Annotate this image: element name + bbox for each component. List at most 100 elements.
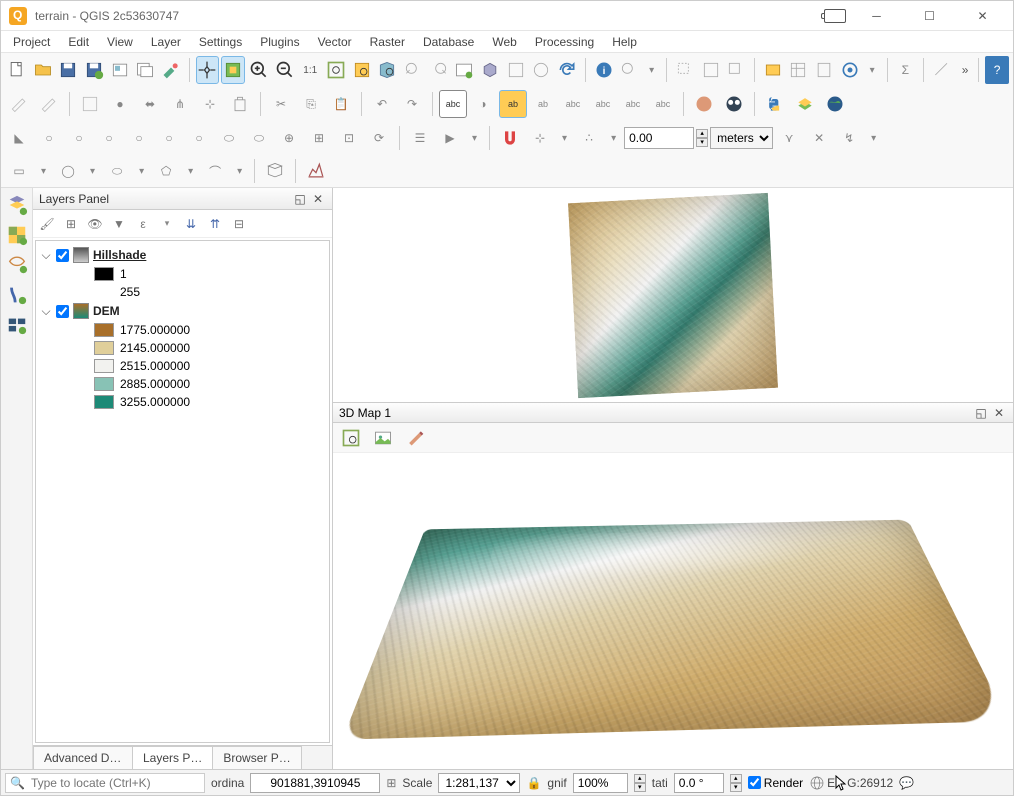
menu-vector[interactable]: Vector [310, 33, 360, 51]
processing-toolbox-button[interactable] [838, 56, 862, 84]
new-project-button[interactable] [5, 56, 29, 84]
scale-select[interactable]: 1:281,137 [438, 773, 520, 793]
measure-line-button[interactable] [930, 56, 954, 84]
tab-browser[interactable]: Browser P… [212, 746, 301, 769]
refresh-button[interactable] [555, 56, 579, 84]
magnifier-input[interactable] [573, 773, 628, 793]
expand-toggle-icon[interactable]: ⌵ [40, 304, 52, 319]
snap-intersection-button[interactable]: ✕ [805, 124, 833, 152]
label-tool-button[interactable]: abc [439, 90, 467, 118]
shape-circle-dd[interactable]: ▾ [84, 166, 101, 177]
toggle-editing-button[interactable] [35, 90, 63, 118]
digitize-4[interactable]: ○ [95, 124, 123, 152]
crs-button[interactable]: E G:26912 [809, 775, 893, 791]
add-vector-layer-icon[interactable] [4, 192, 30, 218]
identify-dropdown[interactable]: ▾ [643, 65, 660, 76]
layer-tree[interactable]: ⌵ Hillshade 1 255 ⌵ DEM [35, 240, 330, 743]
save-project-as-button[interactable] [82, 56, 106, 84]
snapping-toggle-button[interactable] [496, 124, 524, 152]
close-button[interactable]: ✕ [960, 2, 1005, 30]
remove-layer-icon[interactable]: ⊟ [229, 214, 249, 234]
shape-arc[interactable]: ⌒ [201, 157, 229, 185]
undo-button[interactable]: ↶ [368, 90, 396, 118]
zoom-full-button[interactable] [324, 56, 348, 84]
layer-hillshade[interactable]: ⌵ Hillshade [36, 245, 329, 265]
shape-rect[interactable]: ▭ [5, 157, 33, 185]
select-by-expression-button[interactable] [699, 56, 723, 84]
digitize-11[interactable]: ⊞ [305, 124, 333, 152]
render-toggle[interactable]: Render [748, 776, 803, 790]
extents-icon[interactable]: ⊞ [386, 776, 396, 790]
add-csv-layer-icon[interactable] [4, 282, 30, 308]
zoom-native-button[interactable]: 1:1 [298, 56, 322, 84]
new-print-layout-button[interactable] [108, 56, 132, 84]
layer-visibility-checkbox[interactable] [56, 249, 69, 262]
magnifier-spinner[interactable]: ▴▾ [634, 774, 646, 792]
menu-processing[interactable]: Processing [527, 33, 602, 51]
add-group-icon[interactable]: ⊞ [61, 214, 81, 234]
current-edits-button[interactable] [5, 90, 33, 118]
menu-database[interactable]: Database [415, 33, 482, 51]
redo-button[interactable]: ↷ [398, 90, 426, 118]
digitize-12[interactable]: ⊡ [335, 124, 363, 152]
locator-input[interactable] [29, 775, 200, 791]
zoom-to-selection-button[interactable] [350, 56, 374, 84]
digitize-7[interactable]: ○ [185, 124, 213, 152]
render-checkbox[interactable] [748, 776, 761, 789]
map3d-undock-button[interactable]: ◱ [973, 405, 989, 421]
spatial-bookmark-button[interactable] [504, 56, 528, 84]
add-wms-layer-icon[interactable] [4, 312, 30, 338]
plugin-2-button[interactable] [720, 90, 748, 118]
layout-manager-button[interactable] [133, 56, 157, 84]
show-label-button[interactable]: abc [559, 90, 587, 118]
move-label-button[interactable]: abc [589, 90, 617, 118]
digitize-5[interactable]: ○ [125, 124, 153, 152]
dropdown-icon[interactable]: ▾ [157, 214, 177, 234]
topo-editing-button[interactable]: ⋎ [775, 124, 803, 152]
shape-poly[interactable]: ⬠ [152, 157, 180, 185]
zoom-out-button[interactable] [273, 56, 297, 84]
select-value-button[interactable] [761, 56, 785, 84]
expression-filter-icon[interactable]: ε [133, 214, 153, 234]
menu-project[interactable]: Project [5, 33, 58, 51]
pin-label-button[interactable]: ab [529, 90, 557, 118]
digitize-2[interactable]: ○ [35, 124, 63, 152]
statistics-button[interactable]: Σ [894, 56, 918, 84]
tab-layers[interactable]: Layers P… [132, 746, 213, 769]
node-tool-button[interactable]: ⋔ [166, 90, 194, 118]
add-mesh-layer-icon[interactable] [4, 252, 30, 278]
temporal-controller-button[interactable] [530, 56, 554, 84]
cut-button[interactable]: ✂ [267, 90, 295, 118]
rotation-spinner[interactable]: ▴▾ [730, 774, 742, 792]
menu-view[interactable]: View [99, 33, 141, 51]
minimize-button[interactable]: ─ [854, 2, 899, 30]
toolbox-dropdown[interactable]: ▾ [864, 65, 881, 76]
layer-styling-icon[interactable]: 🖌 [37, 214, 57, 234]
panel-undock-button[interactable]: ◱ [292, 191, 308, 207]
menu-settings[interactable]: Settings [191, 33, 250, 51]
digitize-1[interactable]: ◣ [5, 124, 33, 152]
menu-plugins[interactable]: Plugins [252, 33, 307, 51]
trace-button[interactable]: ↯ [835, 124, 863, 152]
profile-tool-button[interactable] [302, 157, 330, 185]
new-3d-view-button[interactable] [478, 56, 502, 84]
maximize-button[interactable]: ☐ [907, 2, 952, 30]
map-canvas-2d[interactable] [333, 188, 1013, 403]
snap-distance-input[interactable] [624, 127, 694, 149]
shape-ellipse[interactable]: ⬭ [103, 157, 131, 185]
paste-button[interactable]: 📋 [327, 90, 355, 118]
menu-layer[interactable]: Layer [143, 33, 189, 51]
plugin-manager-button[interactable] [791, 90, 819, 118]
digitize-13[interactable]: ⟳ [365, 124, 393, 152]
plugin-1-button[interactable] [690, 90, 718, 118]
digitize-3[interactable]: ○ [65, 124, 93, 152]
snap-dropdown-1[interactable]: ▾ [556, 133, 573, 144]
rotation-input[interactable] [674, 773, 724, 793]
vertex-tool-button[interactable]: ⊹ [196, 90, 224, 118]
expand-all-icon[interactable]: ⇊ [181, 214, 201, 234]
help-button[interactable]: ? [985, 56, 1009, 84]
toolbar-overflow-button[interactable]: » [958, 63, 973, 77]
shape-ellipse-dd[interactable]: ▾ [133, 166, 150, 177]
coord-input[interactable] [250, 773, 380, 793]
tab-advanced-digitizing[interactable]: Advanced Digitizing P… [33, 746, 133, 769]
